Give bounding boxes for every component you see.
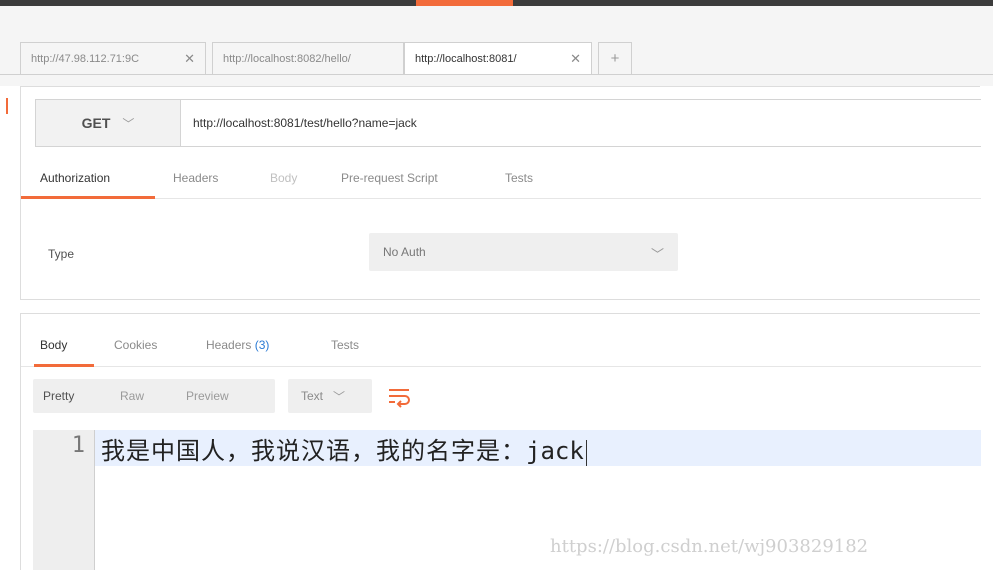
- tab-label: http://47.98.112.71:9C: [31, 52, 140, 65]
- request-tabs: Authorization Headers Body Pre-request S…: [21, 153, 981, 199]
- auth-type-value: No Auth: [383, 245, 426, 259]
- code-text-cjk: 我是中国人，我说汉语，我的名字是：: [101, 437, 526, 465]
- headers-label: Headers: [206, 338, 252, 352]
- wrap-lines-icon[interactable]: [385, 384, 413, 408]
- tab-headers[interactable]: Headers: [173, 171, 218, 185]
- tab-label: http://localhost:8082/hello/: [223, 52, 351, 65]
- url-bar: GET ﹀ http://localhost:8081/test/hello?n…: [35, 99, 981, 147]
- line-number-gutter: 1: [33, 430, 95, 570]
- tab-response-tests[interactable]: Tests: [331, 338, 359, 352]
- code-text-name: jack: [526, 437, 584, 465]
- tab-authorization[interactable]: Authorization: [40, 171, 110, 185]
- tab-label: http://localhost:8081/: [415, 53, 517, 65]
- method-select[interactable]: GET ﹀: [36, 100, 181, 146]
- tab-bar-divider: [0, 74, 993, 75]
- tab-bar: http://47.98.112.71:9C ✕ http://localhos…: [0, 6, 993, 86]
- chevron-down-icon: ﹀: [650, 247, 664, 262]
- tab-2[interactable]: http://localhost:8082/hello/: [212, 42, 404, 74]
- response-panel: Body Cookies Headers (3) Tests Pretty Ra…: [20, 313, 981, 570]
- watermark: https://blog.csdn.net/wj903829182: [550, 536, 869, 557]
- method-label: GET: [81, 115, 111, 131]
- tab-cookies[interactable]: Cookies: [114, 338, 157, 352]
- format-select[interactable]: Text ﹀: [288, 379, 372, 413]
- add-tab-button[interactable]: +: [598, 42, 632, 74]
- preview-button[interactable]: Preview: [186, 389, 229, 403]
- tab-3-active[interactable]: http://localhost:8081/ ✕: [404, 42, 592, 75]
- tab-pre-request-script[interactable]: Pre-request Script: [341, 171, 438, 185]
- code-line: 我是中国人，我说汉语，我的名字是：jack: [101, 431, 587, 466]
- active-tab-underline: [21, 196, 155, 199]
- chevron-down-icon: ﹀: [122, 116, 135, 131]
- headers-count-badge: (3): [254, 338, 270, 352]
- view-mode-group: Pretty Raw Preview: [33, 379, 275, 413]
- auth-type-select[interactable]: No Auth ﹀: [369, 233, 678, 271]
- tab-body[interactable]: Body: [270, 171, 297, 185]
- tab-response-headers[interactable]: Headers (3): [206, 338, 269, 352]
- chevron-down-icon: ﹀: [333, 389, 346, 404]
- close-icon[interactable]: ✕: [570, 51, 581, 67]
- auth-type-label: Type: [48, 247, 75, 261]
- url-input[interactable]: http://localhost:8081/test/hello?name=ja…: [181, 100, 981, 146]
- plus-icon: +: [610, 50, 620, 67]
- text-cursor: [585, 439, 587, 466]
- active-tab-underline: [34, 364, 94, 367]
- request-panel: GET ﹀ http://localhost:8081/test/hello?n…: [20, 86, 981, 300]
- tab-tests[interactable]: Tests: [505, 171, 533, 185]
- side-accent: [6, 98, 8, 114]
- raw-button[interactable]: Raw: [120, 389, 144, 403]
- format-value: Text: [301, 389, 324, 403]
- pretty-button[interactable]: Pretty: [43, 389, 74, 403]
- line-number: 1: [71, 433, 85, 458]
- close-icon[interactable]: ✕: [184, 51, 195, 67]
- response-tabs: Body Cookies Headers (3) Tests: [21, 314, 981, 367]
- tab-response-body[interactable]: Body: [40, 338, 67, 352]
- tab-1[interactable]: http://47.98.112.71:9C ✕: [20, 42, 206, 74]
